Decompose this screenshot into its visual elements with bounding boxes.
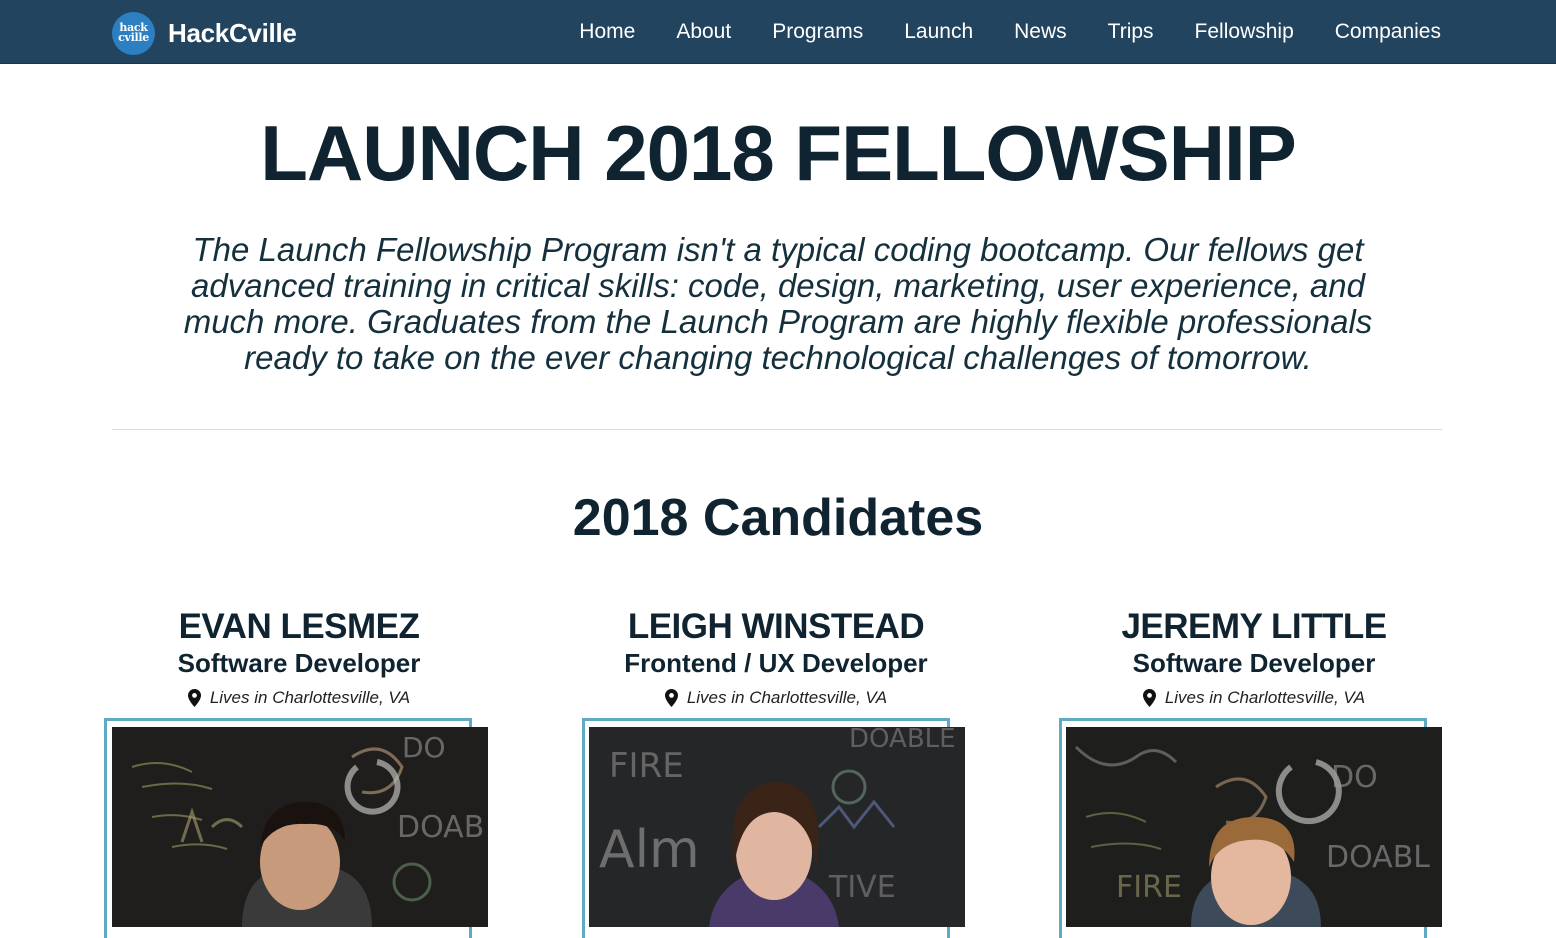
candidate-name: JEREMY LITTLE (1121, 607, 1387, 646)
candidate-location-text: Lives in Charlottesville, VA (1164, 688, 1366, 707)
candidate-photo[interactable]: FIRE DO DOABL (1066, 727, 1442, 927)
candidate-name: EVAN LESMEZ (178, 607, 420, 646)
svg-text:DOABL: DOABL (1326, 840, 1430, 875)
candidate-role: Software Developer (1132, 648, 1376, 678)
svg-text:TIVE: TIVE (828, 870, 896, 905)
map-pin-icon (664, 689, 678, 707)
page-title: LAUNCH 2018 FELLOWSHIP (260, 109, 1296, 197)
hackcville-logo-icon: hack cville (112, 11, 155, 55)
intro-paragraph: The Launch Fellowship Program isn't a ty… (118, 232, 1438, 376)
nav-link-programs[interactable]: Programs (772, 20, 863, 44)
intro-line: much more. Graduates from the Launch Pro… (183, 303, 1373, 340)
logo-text-line2: cville (118, 31, 149, 44)
nav-link-home[interactable]: Home (579, 20, 635, 44)
candidate-location: Lives in Charlottesville, VA (1054, 688, 1454, 708)
svg-text:DO: DO (1331, 760, 1378, 795)
navbar: hack cville HackCville Home About Progra… (0, 0, 1556, 64)
section-divider (112, 429, 1442, 430)
svg-text:FIRE: FIRE (1116, 870, 1182, 905)
map-pin-icon (1142, 689, 1156, 707)
nav-link-companies[interactable]: Companies (1335, 20, 1441, 44)
brand-name: HackCville (168, 17, 297, 48)
intro-line: ready to take on the ever changing techn… (244, 339, 1312, 376)
svg-text:DOAB: DOAB (397, 810, 484, 845)
candidate-card: JEREMY LITTLE Software Developer Lives i… (1054, 606, 1454, 708)
nav-link-news[interactable]: News (1014, 20, 1067, 44)
nav-link-trips[interactable]: Trips (1108, 20, 1154, 44)
candidate-photo[interactable]: DO DOAB (112, 727, 488, 927)
candidate-location-text: Lives in Charlottesville, VA (209, 688, 411, 707)
candidate-role: Software Developer (177, 648, 421, 678)
candidate-location-text: Lives in Charlottesville, VA (686, 688, 888, 707)
candidate-card: LEIGH WINSTEAD Frontend / UX Developer L… (576, 606, 976, 708)
svg-text:DOABLE: DOABLE (849, 727, 956, 754)
nav-link-launch[interactable]: Launch (904, 20, 973, 44)
candidate-card: EVAN LESMEZ Software Developer Lives in … (99, 606, 499, 708)
nav-links: Home About Programs Launch News Trips Fe… (538, 0, 1441, 64)
intro-line: The Launch Fellowship Program isn't a ty… (192, 231, 1364, 268)
candidate-name: LEIGH WINSTEAD (627, 607, 925, 646)
brand-link[interactable]: hack cville HackCville (112, 11, 297, 55)
intro-line: advanced training in critical skills: co… (191, 267, 1365, 304)
map-pin-icon (187, 689, 201, 707)
svg-text:DO: DO (402, 731, 446, 764)
svg-text:FIRE: FIRE (609, 746, 684, 786)
svg-text:Alm: Alm (599, 820, 700, 880)
candidate-role: Frontend / UX Developer (624, 648, 928, 678)
nav-link-about[interactable]: About (676, 20, 731, 44)
nav-link-fellowship[interactable]: Fellowship (1195, 20, 1294, 44)
section-title: 2018 Candidates (572, 489, 984, 547)
candidate-photo[interactable]: FIRE Alm DOABLE TIVE (589, 727, 965, 927)
candidate-location: Lives in Charlottesville, VA (99, 688, 499, 708)
candidate-location: Lives in Charlottesville, VA (576, 688, 976, 708)
